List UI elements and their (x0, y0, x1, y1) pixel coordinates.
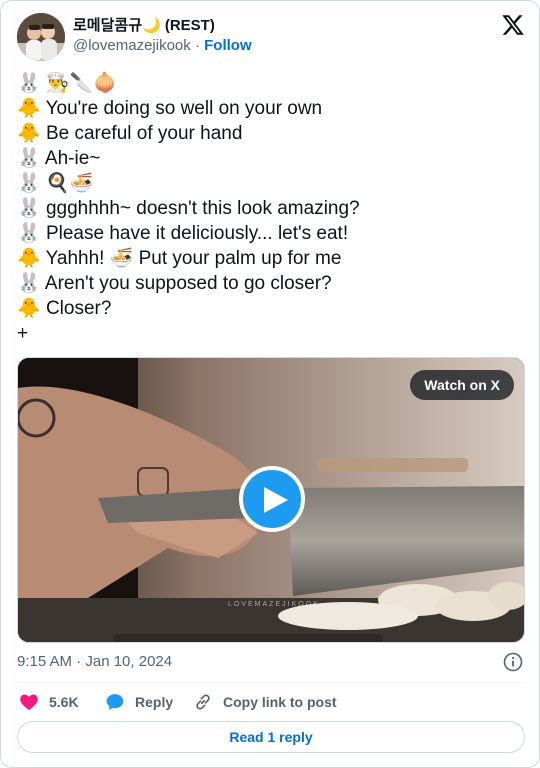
tweet-card: 로메달콤규🌙 (REST) @lovemazejikook · Follow 🐰… (0, 0, 540, 768)
x-logo-icon[interactable] (501, 13, 525, 37)
tweet-line: 🐰 👨‍🍳🔪🧅 (17, 71, 525, 96)
watch-on-x-button[interactable]: Watch on X (410, 370, 514, 400)
reply-label: Reply (135, 694, 174, 710)
tweet-line: 🐥 Yahhh! 🍜 Put your palm up for me (17, 246, 525, 271)
line-emojis: 🐥 (17, 98, 41, 119)
line-emojis: 🐰 (17, 148, 41, 169)
line-emojis: 🐥 (17, 298, 41, 319)
avatar[interactable] (17, 13, 65, 61)
line-emojis: 🐰 (17, 273, 41, 294)
like-button[interactable]: 5.6K (19, 691, 79, 713)
video-watermark: LOVEMAZEJIKOOK (228, 601, 320, 608)
follow-button[interactable]: Follow (204, 37, 252, 54)
tweet-line: 🐰 ggghhhh~ doesn't this look amazing? (17, 196, 525, 221)
line-text: Please have it deliciously... let's eat! (45, 223, 349, 244)
display-name[interactable]: 로메달콤규🌙 (REST) (73, 17, 215, 35)
tweet-line: 🐰 Aren't you supposed to go closer? (17, 271, 525, 296)
line-text: Ah-ie~ (44, 148, 101, 169)
tweet-line: 🐥 Be careful of your hand (17, 121, 525, 146)
link-icon (196, 694, 210, 710)
line-text: Closer? (45, 298, 112, 319)
video-player[interactable]: LOVEMAZEJIKOOK Watch on X (17, 357, 525, 643)
handle[interactable]: @lovemazejikook (73, 37, 191, 54)
tweet-line: 🐰 Ah-ie~ (17, 146, 525, 171)
play-button[interactable] (239, 466, 305, 532)
line-emojis: 🐥 (17, 248, 41, 269)
play-icon (264, 487, 288, 513)
tweet-header: 로메달콤규🌙 (REST) @lovemazejikook · Follow (17, 13, 525, 61)
tweet-line: 🐰 Please have it deliciously... let's ea… (17, 221, 525, 246)
copy-link-button[interactable]: Copy link to post (193, 691, 337, 713)
like-count: 5.6K (49, 694, 79, 710)
reply-button[interactable]: Reply (105, 691, 173, 713)
line-text: Yahhh! 🍜 Put your palm up for me (45, 248, 342, 269)
tweet-line: 🐥 Closer? (17, 296, 525, 321)
line-emojis: 🐰 (17, 223, 41, 244)
line-text: + (17, 323, 29, 344)
tweet-line: 🐥 You're doing so well on your own (17, 96, 525, 121)
handle-row: @lovemazejikook · Follow (73, 37, 252, 55)
line-emojis: 🐥 (17, 123, 41, 144)
tweet-line: 🐰 🍳🍜 (17, 171, 525, 196)
heart-icon (20, 694, 38, 710)
divider (17, 682, 525, 683)
info-icon[interactable] (503, 652, 523, 672)
line-text: Aren't you supposed to go closer? (44, 273, 332, 294)
line-emojis: 🐰 👨‍🍳🔪🧅 (17, 73, 117, 94)
tweet-text: 🐰 👨‍🍳🔪🧅 🐥 You're doing so well on your o… (17, 71, 525, 346)
line-text: ggghhhh~ doesn't this look amazing? (45, 198, 360, 219)
chat-bubble-icon (106, 694, 124, 710)
timestamp[interactable]: 9:15 AM · Jan 10, 2024 (17, 652, 172, 672)
line-text: Be careful of your hand (45, 123, 243, 144)
copy-link-label: Copy link to post (223, 694, 337, 710)
action-bar: 5.6K Reply Copy link to post (17, 691, 525, 713)
separator-dot: · (194, 37, 200, 54)
line-text: You're doing so well on your own (45, 98, 323, 119)
line-emojis: 🐰 (17, 198, 41, 219)
read-reply-button[interactable]: Read 1 reply (17, 721, 525, 753)
tweet-line: + (17, 321, 525, 346)
line-emojis: 🐰 🍳🍜 (17, 173, 94, 194)
